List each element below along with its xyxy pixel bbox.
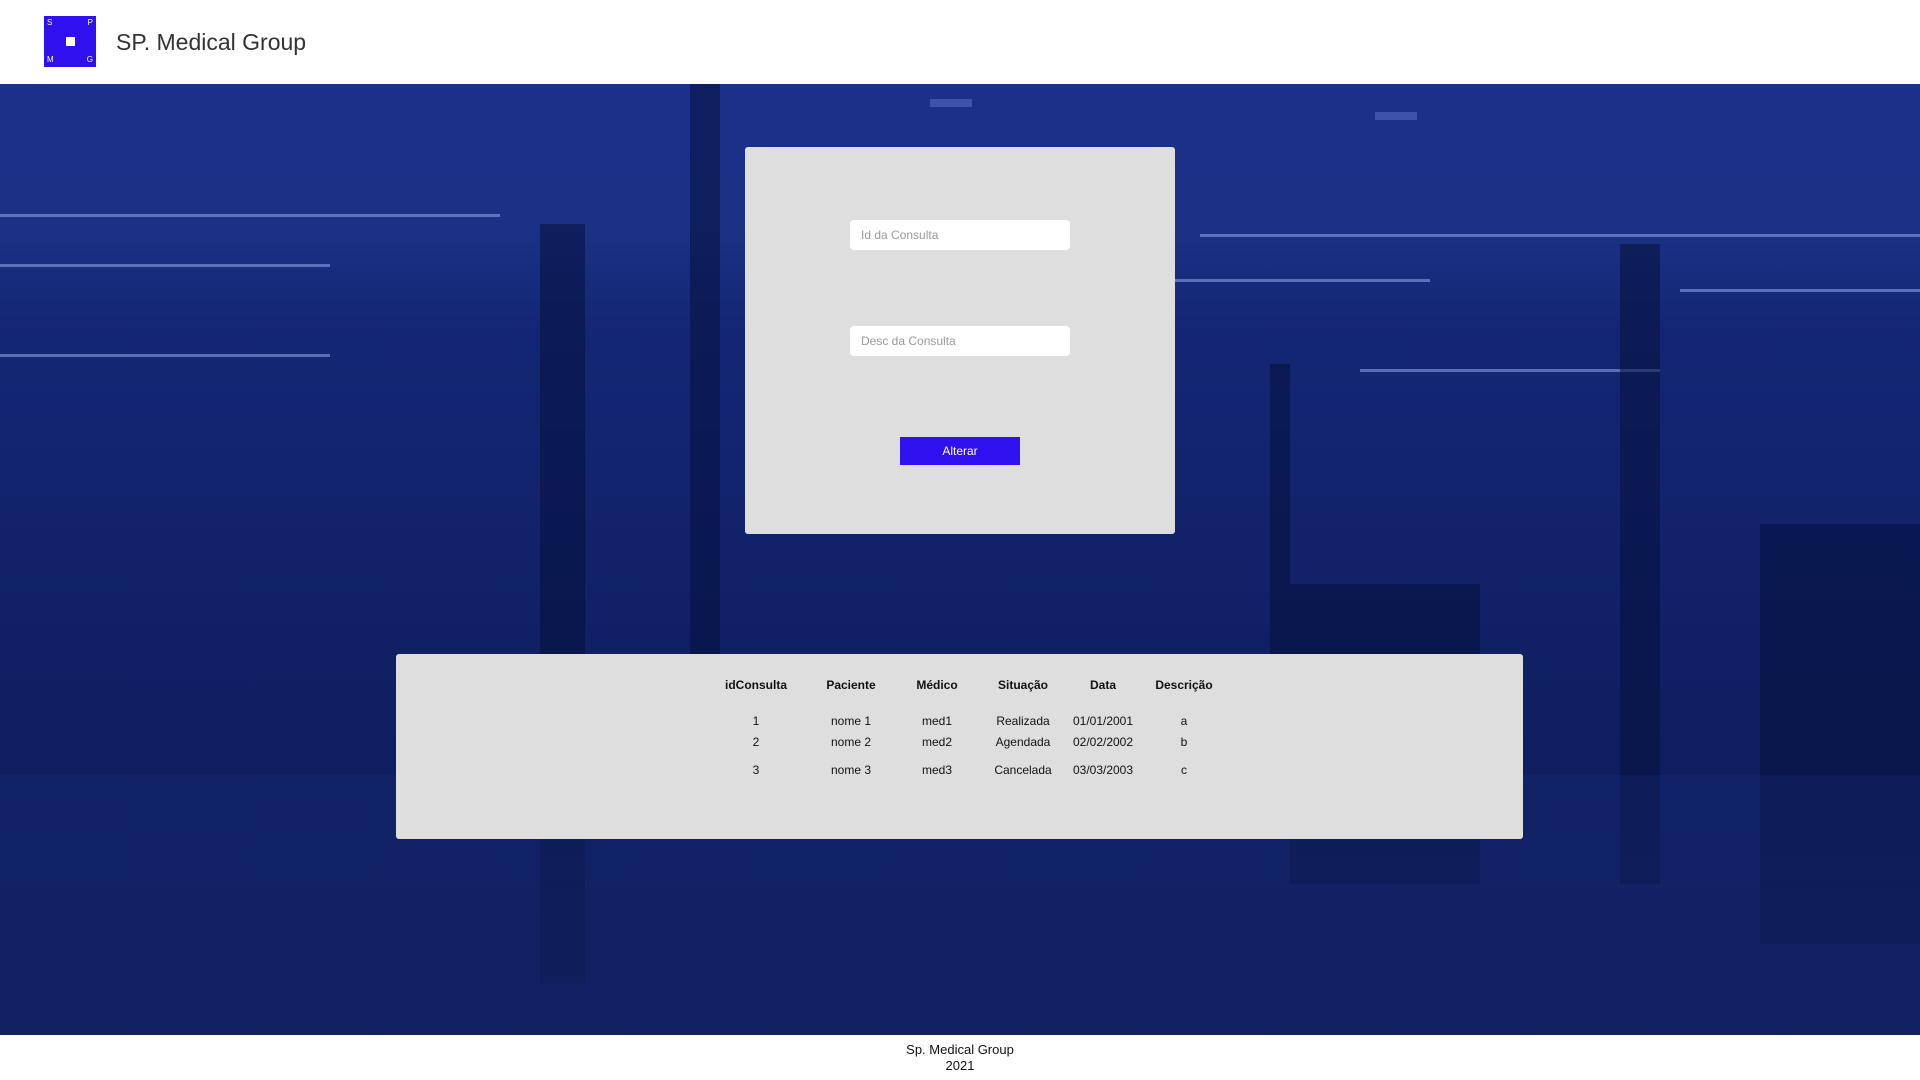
cell-idconsulta: 1 <box>752 714 760 728</box>
cell-idconsulta: 2 <box>752 735 760 749</box>
consulta-id-input[interactable] <box>850 220 1070 250</box>
header-paciente: Paciente <box>826 678 876 692</box>
cell-data: 03/03/2003 <box>1072 763 1134 777</box>
table-row: 1 nome 1 med1 Realizada 01/01/2001 a <box>708 698 1232 728</box>
cell-situacao: Realizada <box>996 714 1050 728</box>
table-header-row: idConsulta Paciente Médico Situação Data… <box>708 672 1232 698</box>
footer-year: 2021 <box>945 1058 975 1073</box>
hero-beam <box>1200 234 1920 237</box>
header-data: Data <box>1089 678 1116 692</box>
cell-idconsulta: 3 <box>752 763 760 777</box>
logo-letter-g: G <box>86 55 93 64</box>
table-row: 3 nome 3 med3 Cancelada 03/03/2003 c <box>708 756 1232 784</box>
site-header: S P M G SP. Medical Group <box>0 0 1920 84</box>
footer-brand: Sp. Medical Group <box>906 1042 1014 1057</box>
ceiling-light <box>930 99 972 107</box>
logo-letter-p: P <box>87 18 93 27</box>
consultas-table: idConsulta Paciente Médico Situação Data… <box>708 672 1232 784</box>
consultas-table-card: idConsulta Paciente Médico Situação Data… <box>396 654 1523 839</box>
cell-descricao: b <box>1180 735 1188 749</box>
cell-paciente: nome 3 <box>830 763 872 777</box>
logo-letter-m: M <box>47 55 54 64</box>
cell-paciente: nome 1 <box>830 714 872 728</box>
cell-situacao: Agendada <box>995 735 1051 749</box>
header-medico: Médico <box>916 678 958 692</box>
alterar-button[interactable]: Alterar <box>900 437 1020 465</box>
logo-letter-s: S <box>47 18 53 27</box>
hero-beam <box>0 214 500 217</box>
hero-beam <box>0 354 330 357</box>
cell-data: 01/01/2001 <box>1072 714 1134 728</box>
hero-beam <box>1680 289 1920 292</box>
cell-situacao: Cancelada <box>994 763 1052 777</box>
cell-descricao: a <box>1180 714 1188 728</box>
header-descricao: Descrição <box>1155 678 1213 692</box>
brand-title: SP. Medical Group <box>116 29 307 55</box>
ceiling-light <box>1375 112 1417 120</box>
cell-medico: med1 <box>921 714 953 728</box>
cell-paciente: nome 2 <box>830 735 872 749</box>
cell-medico: med3 <box>921 763 953 777</box>
logo[interactable]: S P M G <box>44 16 96 67</box>
header-situacao: Situação <box>997 678 1048 692</box>
consulta-desc-input[interactable] <box>850 326 1070 356</box>
cell-data: 02/02/2002 <box>1072 735 1134 749</box>
site-footer: Sp. Medical Group 2021 <box>0 1035 1920 1080</box>
hero-beam <box>0 264 330 267</box>
cell-descricao: c <box>1181 763 1187 777</box>
hero-beam <box>1150 279 1430 282</box>
logo-square-icon <box>66 37 75 46</box>
update-form-card: Alterar <box>745 147 1175 534</box>
cell-medico: med2 <box>921 735 953 749</box>
hero-beam <box>1360 369 1660 372</box>
table-row: 2 nome 2 med2 Agendada 02/02/2002 b <box>708 728 1232 756</box>
header-idconsulta: idConsulta <box>725 678 787 692</box>
hero-column <box>690 84 720 704</box>
